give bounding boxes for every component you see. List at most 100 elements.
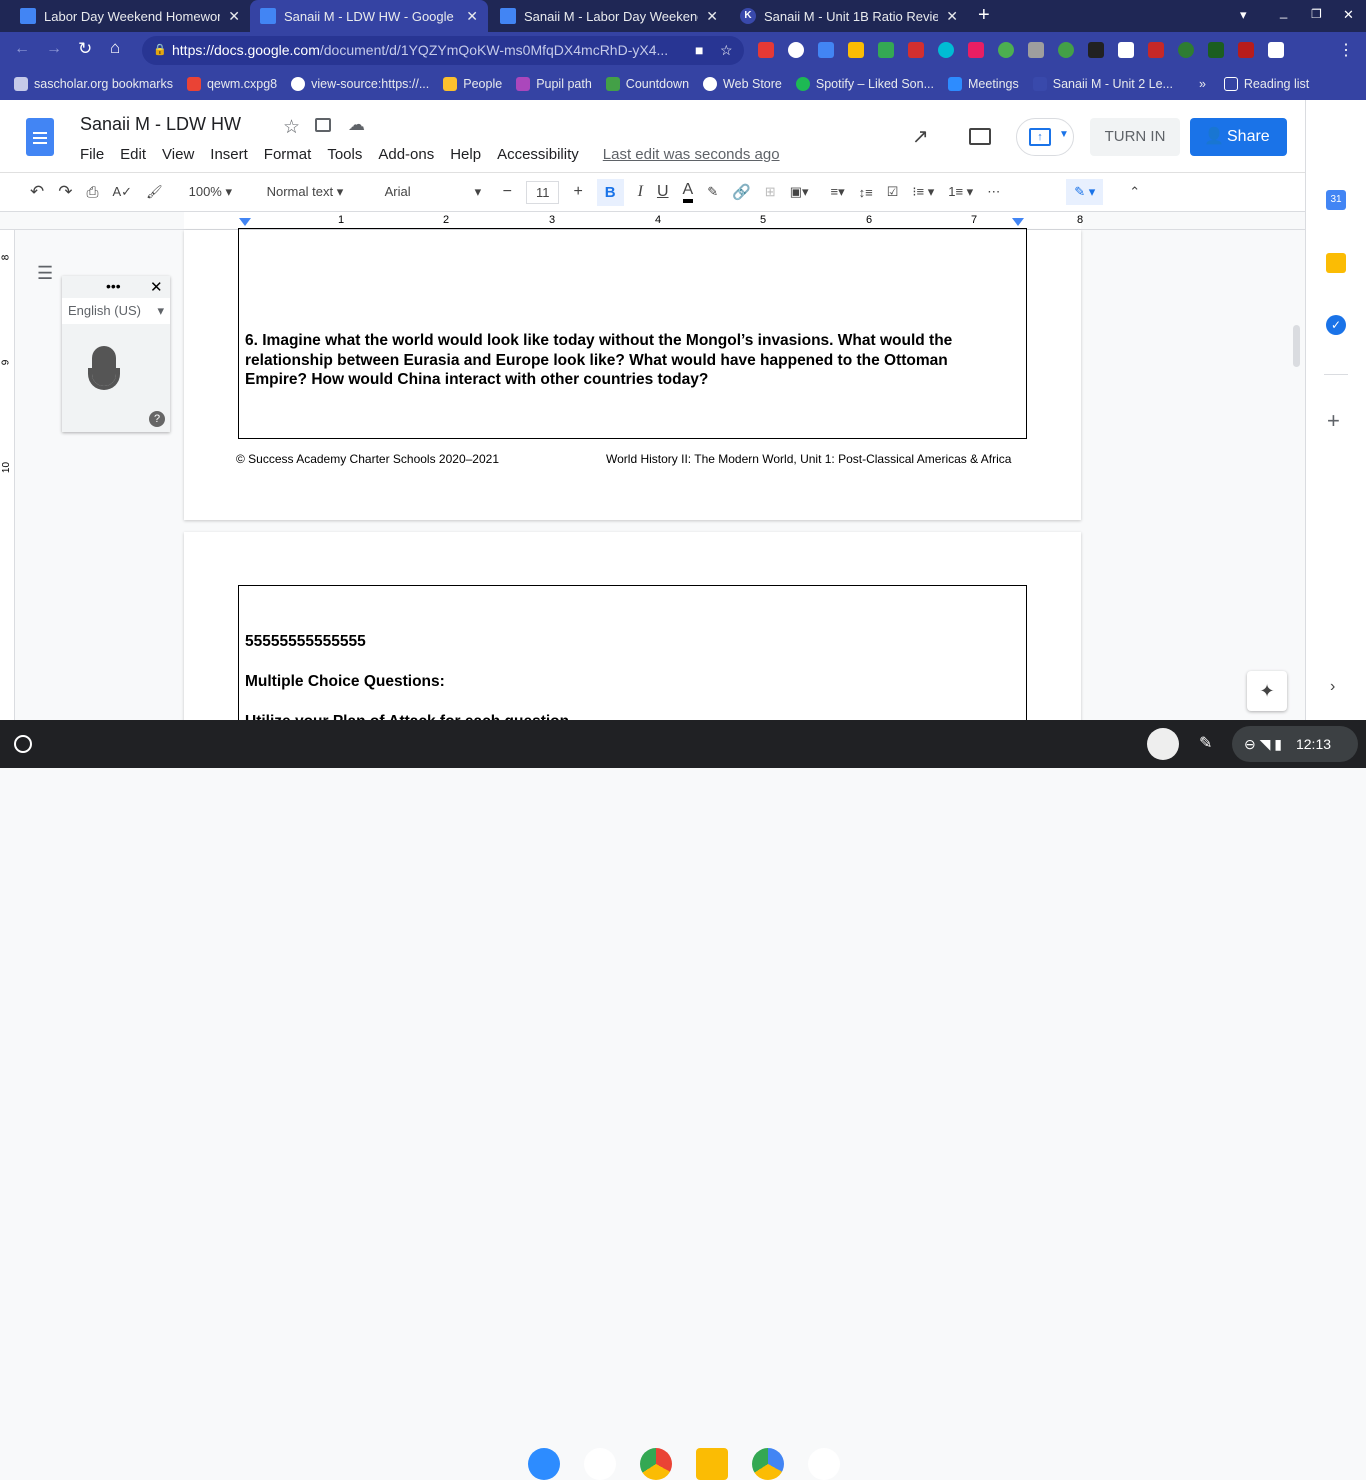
- forward-icon[interactable]: →: [46, 40, 62, 58]
- bookmark[interactable]: Spotify – Liked Son...: [795, 77, 934, 91]
- share-button[interactable]: 👤 Share: [1190, 118, 1287, 156]
- back-icon[interactable]: ←: [14, 40, 30, 58]
- line-spacing-icon[interactable]: ↕≡: [859, 185, 873, 200]
- bookmark[interactable]: Web Store: [703, 77, 782, 91]
- present-button[interactable]: ↑ ▼: [1016, 118, 1074, 156]
- close-icon[interactable]: ✕: [228, 8, 240, 25]
- increase-font-size-button[interactable]: +: [573, 183, 582, 201]
- close-icon[interactable]: ✕: [946, 8, 958, 25]
- move-folder-icon[interactable]: [315, 118, 331, 132]
- extension-icon[interactable]: [1088, 42, 1104, 58]
- collapse-icon[interactable]: ⌃: [1129, 184, 1140, 200]
- menu-edit[interactable]: Edit: [120, 146, 146, 163]
- extension-icon[interactable]: [908, 42, 924, 58]
- bookmark[interactable]: qewm.cxpg8: [186, 77, 277, 91]
- puzzle-icon[interactable]: [1268, 42, 1284, 58]
- menu-tools[interactable]: Tools: [327, 146, 362, 163]
- insert-image-icon[interactable]: ▣▾: [790, 184, 809, 200]
- decrease-font-size-button[interactable]: −: [503, 183, 512, 201]
- tab-ldw-hw[interactable]: Sanaii M - LDW HW - Google Docs✕: [250, 0, 488, 32]
- outline-icon[interactable]: ☰: [37, 263, 53, 284]
- font-select[interactable]: Arial ▾: [385, 184, 489, 200]
- star-icon[interactable]: ☆: [283, 116, 300, 139]
- comments-icon[interactable]: [969, 128, 991, 145]
- add-comment-icon[interactable]: ⊞: [765, 184, 776, 200]
- more-bookmarks-button[interactable]: »: [1199, 77, 1206, 91]
- style-select[interactable]: Normal text ▾: [267, 184, 371, 200]
- spellcheck-icon[interactable]: A✓: [113, 184, 133, 200]
- extension-icon[interactable]: [1238, 42, 1254, 58]
- launcher-icon[interactable]: [14, 735, 32, 753]
- bookmark[interactable]: view-source:https://...: [291, 77, 429, 91]
- redo-icon[interactable]: ↷: [58, 182, 72, 202]
- star-icon[interactable]: ☆: [720, 36, 733, 65]
- kebab-menu-icon[interactable]: ⋮: [1338, 40, 1354, 60]
- status-tray[interactable]: ⊖ ◥ ▮ 12:13: [1232, 726, 1358, 762]
- menu-addons[interactable]: Add-ons: [378, 146, 434, 163]
- zoom-select[interactable]: 100% ▾: [189, 184, 247, 200]
- minimize-button[interactable]: _: [1280, 4, 1287, 19]
- extension-icon[interactable]: [818, 42, 834, 58]
- tab-labor-day-hw[interactable]: Sanaii M - Labor Day Weekend HW✕: [490, 0, 728, 32]
- tasks-icon[interactable]: ✓: [1326, 315, 1346, 335]
- menu-insert[interactable]: Insert: [210, 146, 248, 163]
- close-icon[interactable]: ✕: [706, 8, 718, 25]
- tote-icon[interactable]: [1147, 728, 1179, 760]
- extension-icon[interactable]: [788, 42, 804, 58]
- close-window-button[interactable]: ✕: [1343, 7, 1354, 23]
- menu-accessibility[interactable]: Accessibility: [497, 146, 579, 163]
- menu-format[interactable]: Format: [264, 146, 312, 163]
- paint-format-icon[interactable]: 🖌: [146, 184, 163, 200]
- reload-icon[interactable]: ↻: [78, 39, 92, 59]
- classroom-app-icon[interactable]: [696, 1448, 728, 1480]
- docs-logo-icon[interactable]: [26, 118, 54, 156]
- menu-file[interactable]: File: [80, 146, 104, 163]
- gmail-app-icon[interactable]: [808, 1448, 840, 1480]
- align-icon[interactable]: ≡▾: [831, 184, 845, 200]
- menu-help[interactable]: Help: [450, 146, 481, 163]
- bookmark[interactable]: Meetings: [948, 77, 1019, 91]
- question-6[interactable]: 6. Imagine what the world would look lik…: [245, 331, 985, 390]
- maximize-button[interactable]: ❐: [1311, 7, 1322, 21]
- text-line[interactable]: 55555555555555: [245, 632, 366, 652]
- right-indent-marker[interactable]: [1012, 218, 1024, 226]
- document-title[interactable]: Sanaii M - LDW HW: [80, 114, 241, 135]
- extension-icon[interactable]: [998, 42, 1014, 58]
- extension-icon[interactable]: [1058, 42, 1074, 58]
- print-icon[interactable]: ⎙: [87, 184, 99, 201]
- bookmark[interactable]: Pupil path: [516, 77, 592, 91]
- language-select[interactable]: English (US) ▾: [62, 298, 170, 324]
- tab-labor-day[interactable]: Labor Day Weekend Homework ✕: [10, 0, 250, 32]
- close-icon[interactable]: ✕: [466, 8, 478, 25]
- extension-icon[interactable]: [848, 42, 864, 58]
- stylus-icon[interactable]: ✎: [1199, 733, 1212, 753]
- url-input[interactable]: 🔒 https://docs.google.com/document/d/1YQZ…: [142, 36, 744, 65]
- editing-mode-button[interactable]: ✎ ▾: [1066, 179, 1104, 205]
- bookmark[interactable]: Sanaii M - Unit 2 Le...: [1032, 77, 1173, 91]
- explore-button[interactable]: ✦: [1247, 671, 1287, 711]
- chrome-app-icon[interactable]: [640, 1448, 672, 1480]
- bulleted-list-icon[interactable]: ⁝≡ ▾: [912, 184, 934, 200]
- extension-icon[interactable]: [968, 42, 984, 58]
- tab-ratio-review[interactable]: KSanaii M - Unit 1B Ratio Review HW✕: [730, 0, 968, 32]
- last-edit-link[interactable]: Last edit was seconds ago: [603, 146, 780, 163]
- extension-icon[interactable]: [1028, 42, 1044, 58]
- extension-icon[interactable]: [1148, 42, 1164, 58]
- cloud-saved-icon[interactable]: ☁: [348, 115, 365, 135]
- section-heading[interactable]: Multiple Choice Questions:: [245, 672, 445, 692]
- extension-icon[interactable]: [878, 42, 894, 58]
- indent-marker[interactable]: [239, 218, 251, 226]
- font-size-input[interactable]: 11: [525, 180, 560, 204]
- camera-icon[interactable]: ■: [695, 36, 703, 65]
- menu-view[interactable]: View: [162, 146, 194, 163]
- reader-app-icon[interactable]: [584, 1448, 616, 1480]
- bookmark[interactable]: sascholar.org bookmarks: [14, 77, 173, 91]
- turn-in-button[interactable]: TURN IN: [1090, 118, 1180, 156]
- keep-icon[interactable]: [1326, 253, 1346, 273]
- extension-icon[interactable]: [758, 42, 774, 58]
- highlight-icon[interactable]: ✎: [707, 184, 718, 200]
- extension-icon[interactable]: [938, 42, 954, 58]
- home-icon[interactable]: ⌂: [110, 38, 120, 58]
- add-addon-icon[interactable]: +: [1327, 408, 1340, 434]
- calendar-icon[interactable]: 31: [1326, 190, 1346, 210]
